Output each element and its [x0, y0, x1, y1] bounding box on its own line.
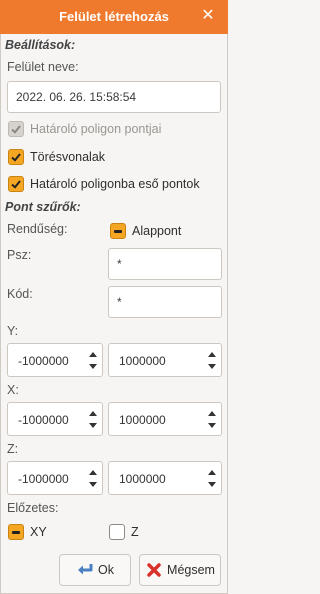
z-min-spinbox[interactable]: -1000000: [7, 461, 103, 495]
base-point-checkbox[interactable]: [110, 223, 126, 239]
breaklines-checkbox[interactable]: [8, 149, 24, 165]
inside-points-label: Határoló poligonba eső pontok: [30, 177, 200, 191]
preview-xy-label: XY: [30, 525, 47, 539]
settings-section-title: Beállítások:: [5, 38, 76, 52]
check-icon: [11, 180, 21, 189]
arrow-up-icon[interactable]: [208, 411, 216, 416]
cancel-x-icon: [145, 561, 163, 579]
spin-arrows[interactable]: [87, 406, 99, 432]
code-label: Kód:: [7, 287, 33, 301]
x-max-value: 1000000: [119, 413, 166, 427]
z-label: Z:: [7, 442, 19, 456]
base-point-label: Alappont: [132, 224, 182, 238]
surface-name-label: Felület neve:: [7, 60, 79, 74]
y-min-spinbox[interactable]: -1000000: [7, 343, 103, 377]
order-label: Rendűség:: [7, 222, 68, 236]
dialog-body: Beállítások: Felület neve: 2022. 06. 26.…: [0, 34, 228, 594]
psz-input[interactable]: *: [108, 248, 222, 280]
arrow-up-icon[interactable]: [89, 352, 97, 357]
arrow-down-icon[interactable]: [208, 423, 216, 428]
arrow-up-icon[interactable]: [208, 470, 216, 475]
preview-z-checkbox[interactable]: [109, 524, 125, 540]
x-min-value: -1000000: [18, 413, 69, 427]
z-max-spinbox[interactable]: 1000000: [108, 461, 222, 495]
x-max-spinbox[interactable]: 1000000: [108, 402, 222, 436]
arrow-up-icon[interactable]: [89, 470, 97, 475]
filters-section-title: Pont szűrők:: [5, 200, 81, 214]
title-bar: Felület létrehozás ✕: [0, 0, 228, 34]
preview-xy-checkbox[interactable]: [8, 524, 24, 540]
surface-name-input[interactable]: 2022. 06. 26. 15:58:54: [7, 81, 221, 113]
z-max-value: 1000000: [119, 472, 166, 486]
arrow-up-icon[interactable]: [208, 352, 216, 357]
ok-button[interactable]: Ok: [59, 554, 131, 586]
spin-arrows[interactable]: [206, 406, 218, 432]
close-icon[interactable]: ✕: [200, 8, 216, 24]
inside-points-checkbox[interactable]: [8, 176, 24, 192]
window-title: Felület létrehozás: [59, 9, 169, 24]
preview-z-label: Z: [131, 525, 139, 539]
preview-label: Előzetes:: [7, 501, 59, 515]
spin-arrows[interactable]: [87, 465, 99, 491]
boundary-points-label: Határoló poligon pontjai: [30, 122, 162, 136]
boundary-points-checkbox: [8, 121, 24, 137]
y-max-value: 1000000: [119, 354, 166, 368]
x-label: X:: [7, 383, 19, 397]
arrow-down-icon[interactable]: [208, 482, 216, 487]
spin-arrows[interactable]: [206, 465, 218, 491]
arrow-down-icon[interactable]: [89, 364, 97, 369]
x-min-spinbox[interactable]: -1000000: [7, 402, 103, 436]
spin-arrows[interactable]: [206, 347, 218, 373]
y-max-spinbox[interactable]: 1000000: [108, 343, 222, 377]
cancel-button[interactable]: Mégsem: [139, 554, 221, 586]
arrow-up-icon[interactable]: [89, 411, 97, 416]
spin-arrows[interactable]: [87, 347, 99, 373]
arrow-down-icon[interactable]: [208, 364, 216, 369]
return-arrow-icon: [76, 561, 94, 579]
breaklines-label: Törésvonalak: [30, 150, 106, 164]
arrow-down-icon[interactable]: [89, 482, 97, 487]
z-min-value: -1000000: [18, 472, 69, 486]
y-min-value: -1000000: [18, 354, 69, 368]
psz-label: Psz:: [7, 248, 32, 262]
check-icon: [11, 153, 21, 162]
cancel-label: Mégsem: [167, 563, 215, 577]
code-input[interactable]: *: [108, 286, 222, 318]
check-icon: [11, 125, 21, 134]
y-label: Y:: [7, 324, 19, 338]
ok-label: Ok: [98, 563, 114, 577]
arrow-down-icon[interactable]: [89, 423, 97, 428]
